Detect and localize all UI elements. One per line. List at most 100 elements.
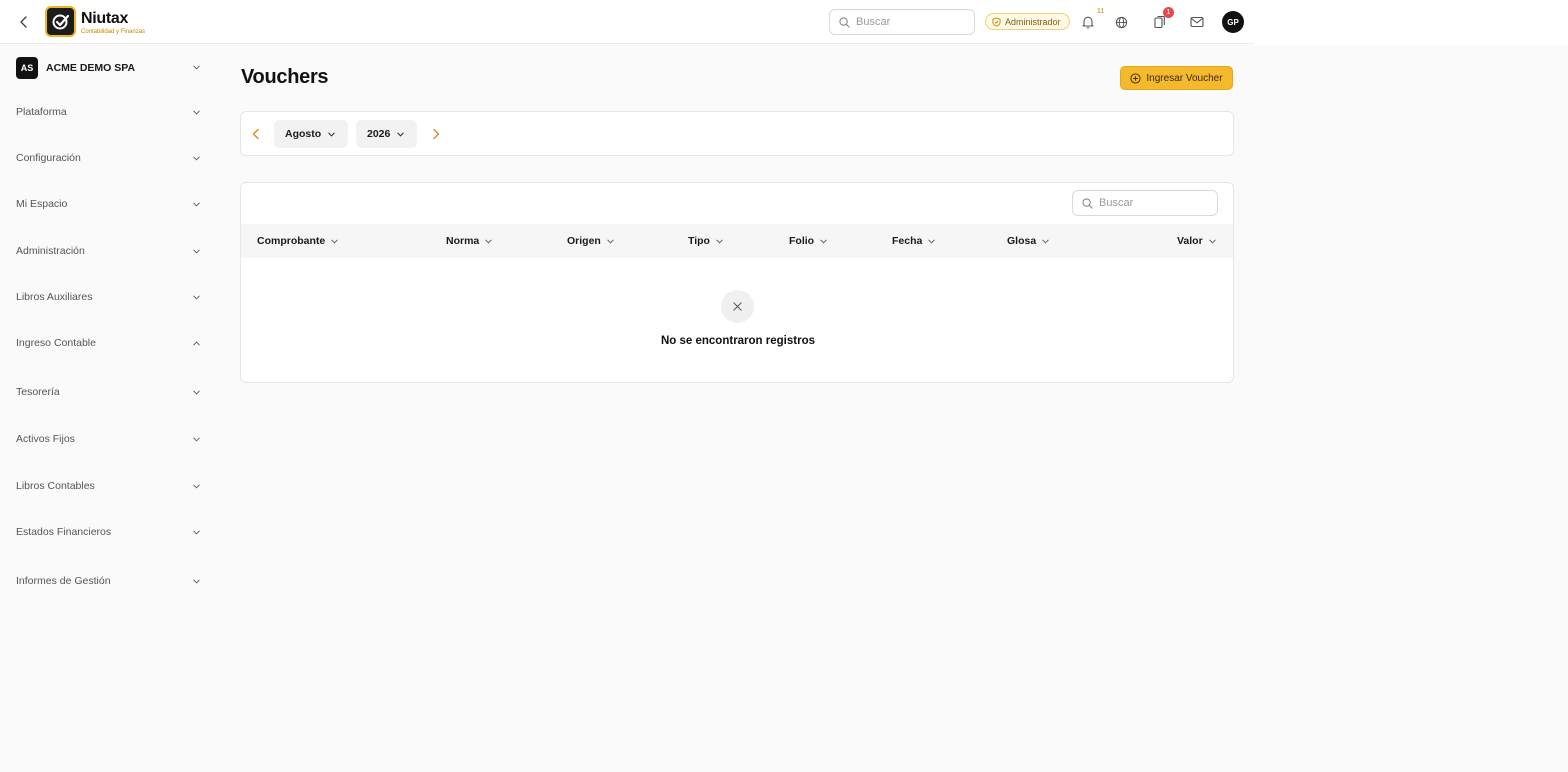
sidebar-item-activos-fijos[interactable]: Activos Fijos: [16, 429, 201, 449]
sidebar-item-mi-espacio[interactable]: Mi Espacio: [16, 194, 201, 214]
chevron-down-icon: [716, 239, 723, 244]
column-label: Tipo: [688, 235, 710, 247]
check-logo-icon: [52, 14, 69, 29]
sidebar-item-label: Administración: [16, 245, 85, 257]
column-label: Glosa: [1007, 235, 1037, 247]
chevron-down-icon: [820, 239, 827, 244]
month-select-value: Agosto: [285, 128, 322, 140]
vouchers-table: Comprobante Norma Origen Tipo Folio Fech…: [240, 182, 1234, 383]
sidebar-item-informes-de-gestion[interactable]: Informes de Gestión: [16, 571, 201, 591]
chevron-down-icon: [193, 484, 200, 489]
sidebar-item-ingreso-contable[interactable]: Ingreso Contable: [16, 333, 201, 353]
sidebar-item-label: Activos Fijos: [16, 433, 75, 445]
notifications-count: 11: [1097, 8, 1105, 15]
column-label: Fecha: [892, 235, 923, 247]
year-select-value: 2026: [367, 128, 391, 140]
globe-icon: [1115, 16, 1127, 28]
sidebar-item-plataforma[interactable]: Plataforma: [16, 102, 201, 122]
company-initials: AS: [16, 57, 38, 79]
search-icon: [839, 16, 850, 28]
table-search-input[interactable]: [1099, 197, 1199, 209]
chevron-down-icon: [328, 132, 335, 137]
user-avatar[interactable]: GP: [1222, 11, 1244, 33]
column-label: Origen: [567, 235, 601, 247]
column-label: Comprobante: [257, 235, 326, 247]
sidebar-item-estados-financieros[interactable]: Estados Financieros: [16, 522, 201, 542]
chevron-down-icon: [485, 239, 492, 244]
column-glosa[interactable]: Glosa: [1007, 235, 1050, 247]
next-period-button[interactable]: [427, 125, 445, 143]
role-badge-label: Administrador: [1005, 16, 1061, 27]
sidebar-item-administracion[interactable]: Administración: [16, 241, 201, 261]
messages-button[interactable]: [1187, 12, 1207, 32]
app-name: Niutax: [81, 10, 129, 27]
sidebar-item-configuracion[interactable]: Configuración: [16, 148, 201, 168]
year-select[interactable]: 2026: [356, 120, 418, 148]
column-valor[interactable]: Valor: [1177, 235, 1217, 247]
chevron-down-icon: [928, 239, 936, 244]
alerts-badge: 1: [1163, 7, 1174, 18]
sidebar-item-label: Tesorería: [16, 386, 60, 398]
sidebar-item-label: Mi Espacio: [16, 198, 68, 210]
back-button[interactable]: [14, 12, 34, 32]
add-voucher-button[interactable]: Ingresar Voucher: [1120, 66, 1233, 90]
chevron-down-icon: [193, 65, 200, 70]
empty-state-message: No se encontraron registros: [660, 335, 815, 347]
sidebar-item-label: Plataforma: [16, 106, 67, 118]
sidebar-item-label: Ingreso Contable: [16, 337, 96, 349]
column-fecha[interactable]: Fecha: [892, 235, 936, 247]
top-bar: Niutax Contabilidad y Finanzas Administr…: [0, 0, 1254, 44]
previous-period-button[interactable]: [247, 125, 265, 143]
page-title: Vouchers: [241, 66, 329, 88]
column-label: Norma: [446, 235, 480, 247]
sidebar-item-label: Libros Contables: [16, 480, 95, 492]
global-search-input[interactable]: [856, 16, 956, 28]
chevron-down-icon: [193, 202, 200, 207]
empty-state-icon: [721, 290, 754, 323]
chevron-right-icon: [433, 128, 440, 140]
sidebar-item-label: Estados Financieros: [16, 526, 112, 538]
chevron-down-icon: [193, 295, 200, 300]
notifications-button[interactable]: [1078, 12, 1098, 32]
global-search[interactable]: [829, 9, 975, 35]
company-selector[interactable]: AS ACME DEMO SPA: [16, 57, 201, 79]
sidebar-item-label: Informes de Gestión: [16, 575, 111, 587]
chevron-up-icon: [193, 341, 200, 346]
sidebar-item-label: Configuración: [16, 152, 81, 164]
column-tipo[interactable]: Tipo: [688, 235, 724, 247]
plus-circle-icon: [1130, 72, 1141, 84]
chevron-down-icon: [193, 110, 200, 115]
month-select[interactable]: Agosto: [274, 120, 349, 148]
chevron-down-icon: [1208, 239, 1216, 244]
chevron-down-icon: [1042, 239, 1049, 244]
chevron-down-icon: [331, 239, 338, 244]
chevron-left-icon: [252, 128, 259, 140]
table-header: Comprobante Norma Origen Tipo Folio Fech…: [241, 224, 1233, 258]
add-voucher-label: Ingresar Voucher: [1146, 72, 1223, 84]
column-origen[interactable]: Origen: [567, 235, 615, 247]
column-folio[interactable]: Folio: [789, 235, 828, 247]
column-comprobante[interactable]: Comprobante: [257, 235, 339, 247]
sidebar-item-libros-contables[interactable]: Libros Contables: [16, 476, 201, 496]
chevron-down-icon: [607, 239, 614, 244]
language-button[interactable]: [1111, 12, 1131, 32]
sidebar-item-label: Libros Auxiliares: [16, 291, 93, 303]
logo[interactable]: [45, 6, 76, 37]
chevron-down-icon: [193, 156, 200, 161]
column-norma[interactable]: Norma: [446, 235, 493, 247]
column-label: Folio: [789, 235, 815, 247]
chevron-left-icon: [20, 16, 27, 28]
chevron-down-icon: [193, 530, 200, 535]
sidebar-item-tesoreria[interactable]: Tesorería: [16, 382, 201, 402]
role-badge[interactable]: Administrador: [985, 13, 1070, 30]
mail-icon: [1190, 16, 1204, 28]
sidebar-item-libros-auxiliares[interactable]: Libros Auxiliares: [16, 287, 201, 307]
shield-check-icon: [992, 16, 1001, 27]
clipboard-icon: [1153, 15, 1165, 29]
chevron-down-icon: [193, 249, 200, 254]
search-icon: [1082, 197, 1093, 209]
chevron-down-icon: [193, 390, 200, 395]
table-search[interactable]: [1072, 190, 1218, 216]
company-name: ACME DEMO SPA: [46, 62, 136, 74]
sidebar: AS ACME DEMO SPA Plataforma Configuració…: [0, 45, 215, 772]
